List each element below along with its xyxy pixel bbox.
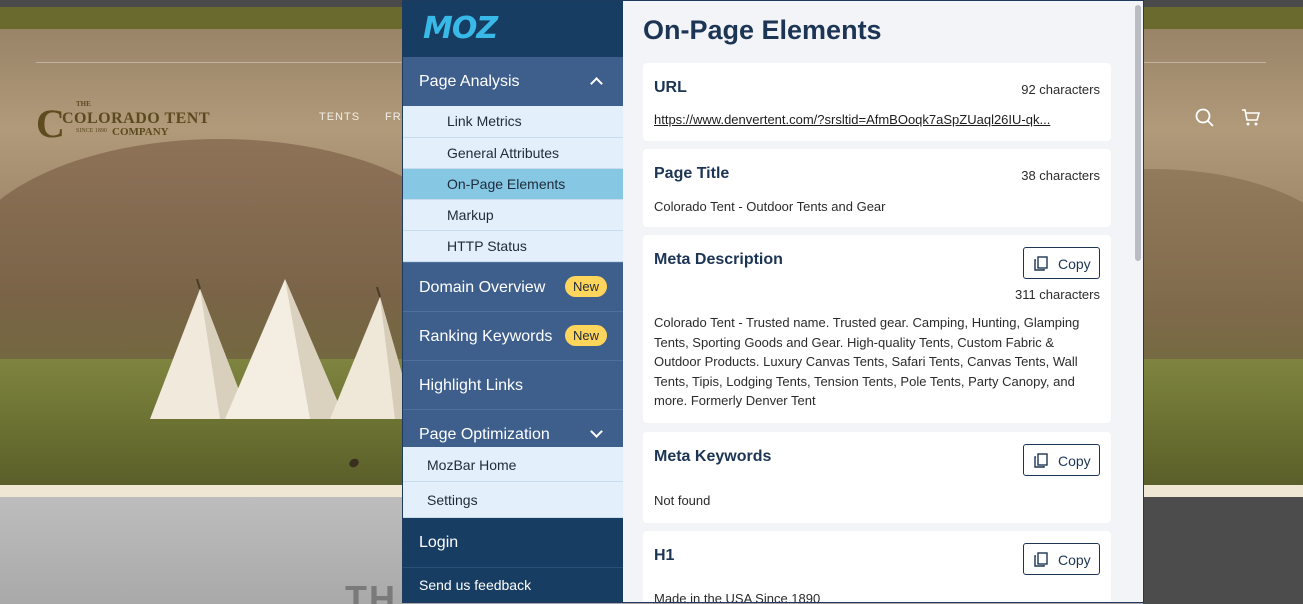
page-title: On-Page Elements [643, 15, 882, 45]
copy-icon [1034, 552, 1048, 567]
colorado-tent-logo[interactable]: C THE COLORADO TENT SINCE 1890 COMPANY [36, 96, 210, 146]
mozbar-panel: MOZ Page Analysis Link Metrics General A… [402, 0, 1144, 603]
nav-domain-overview-label: Domain Overview [419, 279, 546, 296]
h1-value: Made in the USA Since 1890 [654, 591, 821, 603]
sidebar-item-http-status[interactable]: HTTP Status [403, 231, 623, 262]
copy-label: Copy [1058, 256, 1091, 272]
site-nav-tents[interactable]: TENTS [319, 111, 360, 123]
lower-right-image [1143, 497, 1303, 604]
sidebar-item-label: MozBar Home [427, 457, 517, 473]
sidebar-item-on-page-elements[interactable]: On-Page Elements [403, 169, 623, 200]
nav-page-optimization-label: Page Optimization [419, 426, 550, 443]
page-title-heading: Page Title [654, 165, 730, 182]
login-button[interactable]: Login [403, 518, 623, 567]
copy-h1-button[interactable]: Copy [1023, 543, 1100, 575]
new-badge: New [564, 325, 607, 346]
sidebar-item-label: Markup [447, 207, 494, 223]
meta-keywords-value: Not found [654, 493, 711, 508]
chevron-up-icon[interactable] [590, 77, 603, 90]
sidebar-item-link-metrics[interactable]: Link Metrics [403, 106, 623, 138]
meta-keywords-card: Meta Keywords Copy Not found [643, 432, 1111, 523]
nav-ranking-keywords-label: Ranking Keywords [419, 328, 553, 345]
sidebar-item-markup[interactable]: Markup [403, 200, 623, 231]
sidebar-item-label: On-Page Elements [447, 176, 566, 192]
copy-label: Copy [1058, 453, 1091, 469]
login-label: Login [419, 534, 459, 551]
meta-description-card: Meta Description Copy 311 characters Col… [643, 235, 1111, 423]
h1-heading: H1 [654, 547, 675, 564]
mozbar-sidebar: MOZ Page Analysis Link Metrics General A… [403, 1, 623, 602]
chevron-down-icon[interactable] [590, 425, 603, 438]
sidebar-item-label: General Attributes [447, 145, 560, 161]
new-badge: New [564, 276, 607, 297]
url-heading: URL [654, 79, 687, 96]
nav-highlight-links-label: Highlight Links [419, 377, 524, 394]
url-char-count: 92 characters [1021, 82, 1100, 97]
copy-icon [1034, 453, 1048, 468]
nav-page-analysis[interactable]: Page Analysis [403, 57, 623, 106]
meta-keywords-heading: Meta Keywords [654, 448, 772, 465]
page-title-char-count: 38 characters [1021, 168, 1100, 183]
sidebar-item-label: Link Metrics [447, 113, 522, 129]
scrollbar-thumb[interactable] [1135, 5, 1141, 261]
logo-since: SINCE 1890 [76, 128, 107, 134]
nav-page-analysis-label: Page Analysis [419, 73, 520, 90]
logo-initial: C [36, 101, 65, 146]
copy-meta-description-button[interactable]: Copy [1023, 247, 1100, 279]
url-link[interactable]: https://www.denvertent.com/?srsltid=AfmB… [654, 112, 1050, 127]
sidebar-item-general-attributes[interactable]: General Attributes [403, 138, 623, 169]
nav-highlight-links[interactable]: Highlight Links [403, 360, 623, 409]
on-page-elements-content[interactable]: On-Page Elements URL 92 characters https… [623, 1, 1143, 603]
feedback-link[interactable]: Send us feedback [403, 567, 623, 602]
cart-icon[interactable] [1241, 108, 1261, 132]
sidebar-item-label: HTTP Status [447, 238, 527, 254]
page-title-card: Page Title 38 characters Colorado Tent -… [643, 149, 1111, 227]
tipi-tents-illustration [150, 279, 415, 419]
copy-label: Copy [1058, 552, 1091, 568]
logo-the: THE [76, 100, 91, 108]
moz-brand-header: MOZ [403, 1, 623, 57]
feedback-label: Send us feedback [419, 577, 532, 593]
nav-page-optimization[interactable]: Page Optimization [403, 409, 623, 447]
nav-ranking-keywords[interactable]: Ranking Keywords New [403, 311, 623, 360]
copy-meta-keywords-button[interactable]: Copy [1023, 444, 1100, 476]
lower-section-text: TH [345, 578, 397, 604]
logo-company: COMPANY [112, 126, 169, 138]
search-icon[interactable] [1195, 108, 1214, 132]
h1-card: H1 Copy Made in the USA Since 1890 [643, 531, 1111, 603]
meta-description-value: Colorado Tent - Trusted name. Trusted ge… [654, 315, 1080, 409]
sidebar-item-label: Settings [427, 492, 478, 508]
page-title-value: Colorado Tent - Outdoor Tents and Gear [654, 199, 886, 214]
meta-description-char-count: 311 characters [1014, 287, 1100, 302]
url-card: URL 92 characters https://www.denvertent… [643, 63, 1111, 141]
meta-description-heading: Meta Description [654, 251, 783, 268]
sidebar-item-settings[interactable]: Settings [403, 482, 623, 518]
sidebar-item-mozbar-home[interactable]: MozBar Home [403, 447, 623, 482]
nav-domain-overview[interactable]: Domain Overview New [403, 262, 623, 311]
moz-logo[interactable]: MOZ [423, 11, 498, 46]
copy-icon [1034, 256, 1048, 271]
